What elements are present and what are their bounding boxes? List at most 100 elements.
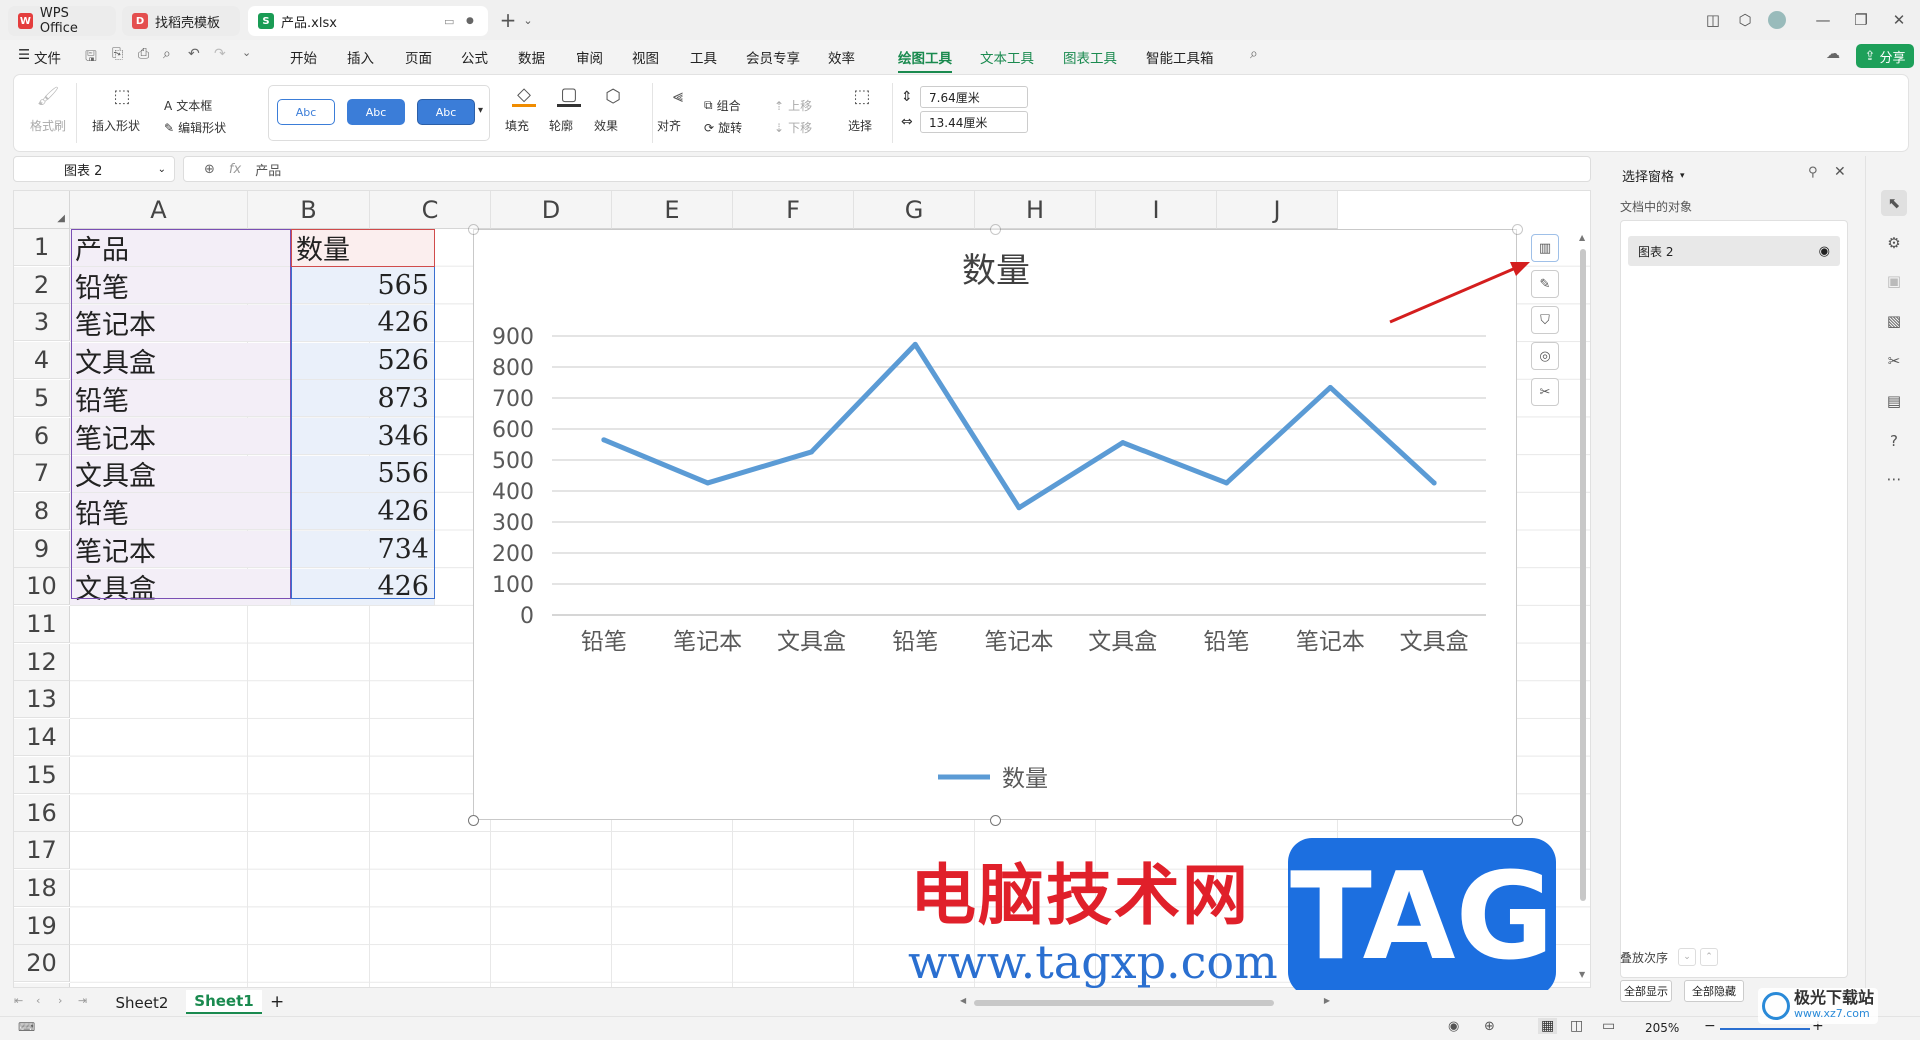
scroll-right-icon[interactable]: ▶ <box>1324 996 1330 1005</box>
outline-button[interactable]: 轮廓 <box>549 117 573 134</box>
resize-handle[interactable] <box>468 224 479 235</box>
cloud-icon[interactable]: ☁ <box>1826 46 1840 62</box>
insert-shape-icon[interactable]: ⬚ <box>110 85 134 107</box>
add-sheet-icon[interactable]: + <box>270 992 284 1012</box>
row-header[interactable]: 11 <box>14 606 70 643</box>
redo-icon[interactable]: ↷ <box>214 46 226 62</box>
show-all-button[interactable]: 全部显示 <box>1620 980 1672 1002</box>
quick-more-icon[interactable]: ⌄ <box>242 46 251 59</box>
preview-icon[interactable]: ⌕ <box>163 46 171 62</box>
search-icon[interactable]: ⌕ <box>1250 46 1258 62</box>
last-sheet-icon[interactable]: ⇥ <box>78 994 87 1007</box>
row-header[interactable]: 9 <box>14 530 70 568</box>
print-icon[interactable]: ⎙ <box>138 46 149 62</box>
menu-page[interactable]: 页面 <box>405 47 432 67</box>
close-window-icon[interactable]: ✕ <box>1886 8 1912 32</box>
width-input[interactable]: 13.44厘米 <box>920 111 1028 133</box>
row-header[interactable]: 8 <box>14 492 70 530</box>
h-scroll-thumb[interactable] <box>974 1000 1274 1006</box>
effect-icon[interactable]: ⬡ <box>601 85 625 107</box>
name-box[interactable]: 图表 2 ⌄ <box>13 156 175 182</box>
page-view-icon[interactable]: ◫ <box>1570 1018 1583 1034</box>
sheet-tab-sheet2[interactable]: Sheet2 <box>104 992 180 1014</box>
shape-style-outline[interactable]: Abc <box>277 99 335 125</box>
hide-all-button[interactable]: 全部隐藏 <box>1684 980 1744 1002</box>
chart-settings-icon[interactable]: ◎ <box>1531 342 1559 370</box>
select-cursor-icon[interactable]: ⬉ <box>1881 190 1907 216</box>
data-point[interactable] <box>808 449 814 455</box>
scroll-left-icon[interactable]: ◀ <box>960 996 966 1005</box>
comment-icon[interactable]: ▣ <box>1881 268 1907 294</box>
row-header[interactable]: 2 <box>14 266 70 304</box>
row-header[interactable]: 3 <box>14 304 70 342</box>
zoom-search-icon[interactable]: ⊕ <box>204 162 215 177</box>
object-item-chart2[interactable]: 图表 2 ◉ <box>1628 236 1840 266</box>
order-up-icon[interactable]: ⌃ <box>1700 948 1719 966</box>
row-header[interactable]: 20 <box>14 945 70 983</box>
reading-view-icon[interactable]: ▭ <box>1602 1018 1615 1034</box>
row-header[interactable]: 10 <box>14 568 70 606</box>
fill-button[interactable]: 填充 <box>505 117 529 134</box>
next-sheet-icon[interactable]: › <box>58 994 62 1007</box>
data-point[interactable] <box>1120 440 1126 446</box>
column-header[interactable]: J <box>1217 191 1338 229</box>
row-header[interactable]: 15 <box>14 756 70 794</box>
line-chart[interactable]: 数量 0 100 200 300 400 500 600 700 800 900 铅笔 笔记本 文具盒… <box>473 229 1517 820</box>
textbox-button[interactable]: A 文本框 <box>164 97 212 114</box>
row-header[interactable]: 6 <box>14 417 70 455</box>
monitor-icon[interactable]: ▭ <box>444 15 454 28</box>
fill-icon[interactable]: ◇ <box>512 84 536 107</box>
series-line[interactable] <box>601 341 1437 511</box>
cube-icon[interactable]: ⬡ <box>1732 8 1758 32</box>
resize-handle[interactable] <box>990 224 1001 235</box>
row-header[interactable]: 5 <box>14 379 70 417</box>
edit-shape-button[interactable]: ✎ 编辑形状 <box>164 119 226 136</box>
effect-button[interactable]: 效果 <box>594 117 618 134</box>
close-pane-icon[interactable]: ✕ <box>1834 164 1846 180</box>
align-icon[interactable]: ⫷ <box>666 85 690 107</box>
style-gallery-more-icon[interactable]: ▾ <box>478 105 483 116</box>
column-header[interactable]: D <box>491 191 612 229</box>
image-icon[interactable]: ▧ <box>1881 308 1907 334</box>
data-point[interactable] <box>912 341 918 347</box>
column-header[interactable]: A <box>70 191 248 229</box>
scroll-thumb[interactable] <box>1580 249 1586 901</box>
help-icon[interactable]: ? <box>1881 428 1907 454</box>
pane-title-chevron-icon[interactable]: ▾ <box>1680 171 1685 181</box>
select-all-corner[interactable]: ◢ <box>14 191 70 229</box>
shape-style-filled-dark[interactable]: Abc <box>417 99 475 125</box>
hamburger-icon[interactable]: ☰ <box>18 47 30 63</box>
horizontal-scrollbar[interactable]: ◀ ▶ <box>960 996 1330 1007</box>
data-point[interactable] <box>601 437 607 443</box>
height-input[interactable]: 7.64厘米 <box>920 86 1028 108</box>
data-point[interactable] <box>705 480 711 486</box>
vertical-scrollbar[interactable]: ▲ ▼ <box>1576 231 1590 981</box>
menu-review[interactable]: 审阅 <box>576 47 603 67</box>
first-sheet-icon[interactable]: ⇤ <box>14 994 23 1007</box>
column-header[interactable]: B <box>248 191 370 229</box>
menu-member[interactable]: 会员专享 <box>746 47 800 67</box>
row-header[interactable]: 14 <box>14 719 70 757</box>
eye-protect-icon[interactable]: ◉ <box>1448 1019 1459 1034</box>
book-icon[interactable]: ▤ <box>1881 388 1907 414</box>
export-icon[interactable]: ⎘ <box>112 46 123 62</box>
column-header[interactable]: F <box>733 191 854 229</box>
row-header[interactable]: 19 <box>14 907 70 945</box>
eye-icon[interactable]: ◉ <box>1819 244 1830 259</box>
data-point[interactable] <box>1224 480 1230 486</box>
view-options-icon[interactable]: ⊕ <box>1484 1019 1495 1034</box>
column-header[interactable]: I <box>1096 191 1217 229</box>
insert-shape-button[interactable]: 插入形状 <box>92 117 140 134</box>
resize-handle[interactable] <box>468 815 479 826</box>
more-icon[interactable]: ⋯ <box>1881 466 1907 492</box>
row-header[interactable]: 4 <box>14 342 70 380</box>
row-header[interactable]: 12 <box>14 643 70 681</box>
scroll-up-icon[interactable]: ▲ <box>1579 233 1585 242</box>
formula-input[interactable]: ⊕ fx 产品 <box>183 156 1591 182</box>
move-down-button[interactable]: ⇣ 下移 <box>774 119 812 136</box>
outline-icon[interactable]: ▢ <box>557 84 581 107</box>
menu-file[interactable]: 文件 <box>34 47 61 67</box>
menu-start[interactable]: 开始 <box>290 47 317 67</box>
data-point[interactable] <box>1431 480 1437 486</box>
format-painter-icon[interactable]: 🖌 <box>36 85 60 107</box>
